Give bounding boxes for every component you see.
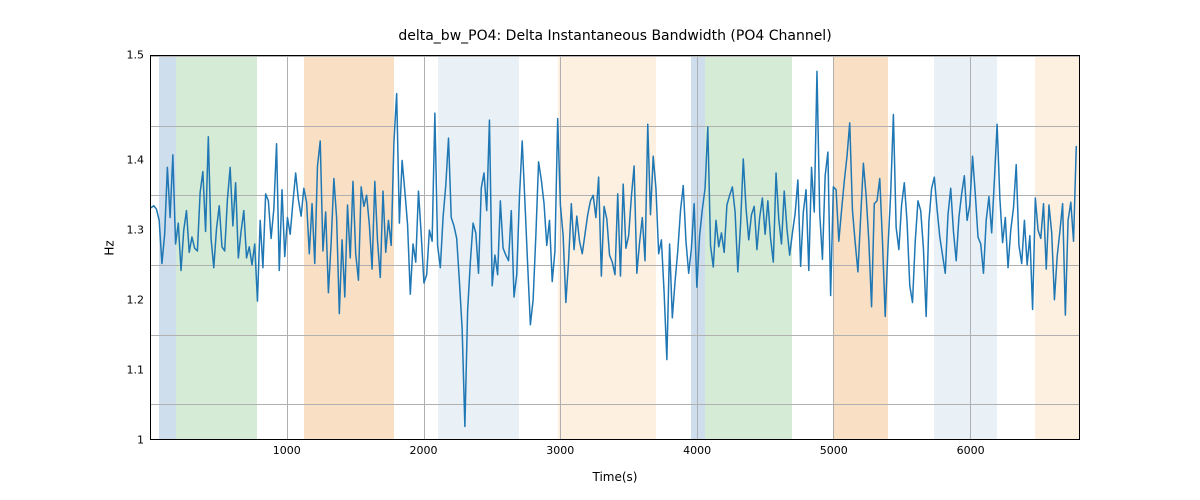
series-line (151, 71, 1076, 426)
x-tick-label: 5000 (820, 444, 848, 457)
line-plot-svg (151, 56, 1079, 439)
chart-title: delta_bw_PO4: Delta Instantaneous Bandwi… (150, 28, 1080, 44)
figure: delta_bw_PO4: Delta Instantaneous Bandwi… (0, 0, 1200, 500)
plot-area (150, 55, 1080, 440)
y-axis-label: Hz (100, 55, 120, 440)
x-tick-label: 6000 (957, 444, 985, 457)
y-tick-label: 1.2 (104, 294, 144, 307)
y-tick-label: 1.4 (104, 154, 144, 167)
x-tick-label: 3000 (546, 444, 574, 457)
y-tick-label: 1.5 (104, 49, 144, 62)
x-tick-label: 4000 (683, 444, 711, 457)
y-tick-label: 1.1 (104, 364, 144, 377)
y-tick-label: 1 (104, 434, 144, 447)
x-axis-label: Time(s) (150, 470, 1080, 484)
x-tick-label: 1000 (273, 444, 301, 457)
y-tick-label: 1.3 (104, 224, 144, 237)
x-tick-label: 2000 (410, 444, 438, 457)
